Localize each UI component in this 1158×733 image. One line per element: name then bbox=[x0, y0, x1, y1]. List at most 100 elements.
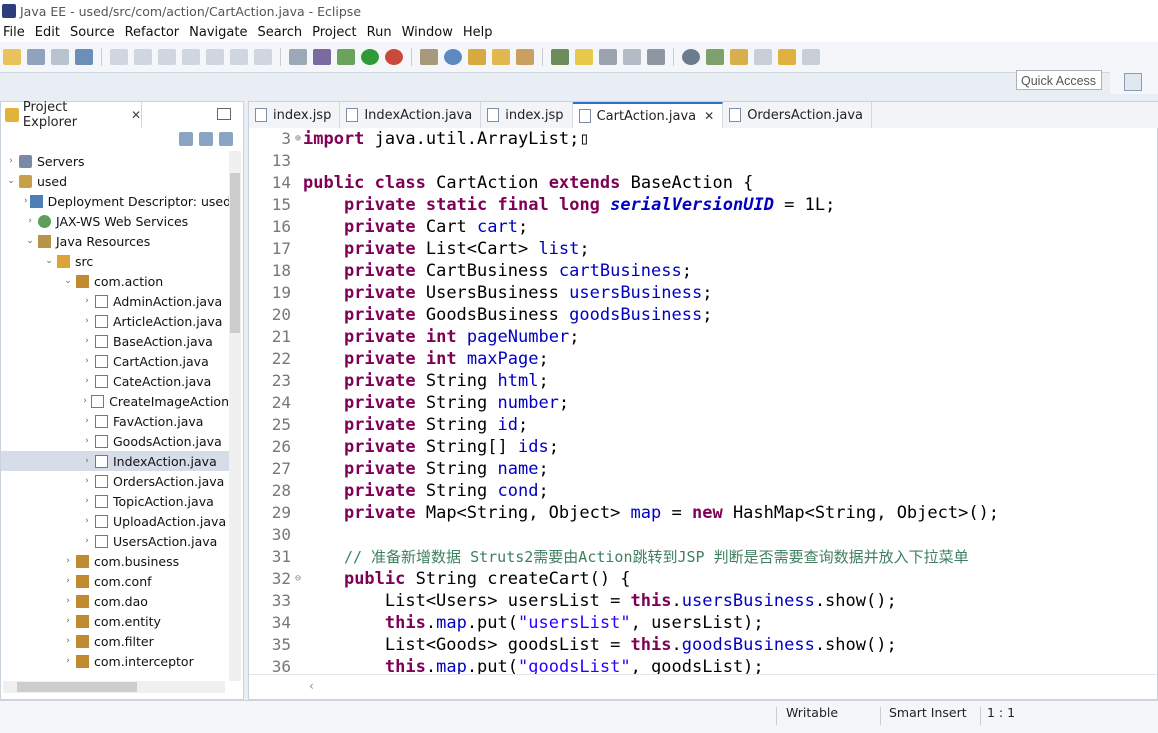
editor-horizontal-scrollbar[interactable]: ‹ bbox=[249, 674, 1157, 699]
chevron-right-icon[interactable]: › bbox=[81, 436, 93, 446]
tree-item[interactable]: › com.business bbox=[1, 551, 229, 571]
menu-help[interactable]: Help bbox=[460, 25, 500, 40]
menu-file[interactable]: File bbox=[0, 25, 32, 40]
editor-tab[interactable]: index.jsp bbox=[481, 102, 573, 128]
debug-icon[interactable] bbox=[337, 49, 355, 65]
chevron-right-icon[interactable]: › bbox=[81, 296, 93, 306]
last-edit-icon[interactable] bbox=[754, 49, 772, 65]
chevron-down-icon[interactable]: ⌄ bbox=[5, 176, 17, 186]
tree-item[interactable]: › GoodsAction.java bbox=[1, 431, 229, 451]
resume-icon[interactable] bbox=[134, 49, 152, 65]
block-selection-icon[interactable] bbox=[599, 49, 617, 65]
chevron-right-icon[interactable]: › bbox=[81, 336, 93, 346]
tree-item[interactable]: › UploadAction.java bbox=[1, 511, 229, 531]
code-line[interactable]: 19 private UsersBusiness usersBusiness; bbox=[249, 282, 1158, 304]
tree-item[interactable]: › Deployment Descriptor: used bbox=[1, 191, 229, 211]
chevron-right-icon[interactable]: › bbox=[81, 456, 93, 466]
open-console-icon[interactable] bbox=[289, 49, 307, 65]
tree-item[interactable]: › CateAction.java bbox=[1, 371, 229, 391]
tree-item[interactable]: › com.filter bbox=[1, 631, 229, 651]
tree-horizontal-scrollbar[interactable] bbox=[3, 681, 225, 693]
tree-item[interactable]: › Servers bbox=[1, 151, 229, 171]
menu-project[interactable]: Project bbox=[309, 25, 363, 40]
forward-icon[interactable] bbox=[802, 49, 820, 65]
tree-item[interactable]: ⌄ Java Resources bbox=[1, 231, 229, 251]
tree-item[interactable]: › com.interceptor bbox=[1, 651, 229, 671]
chevron-right-icon[interactable]: › bbox=[81, 376, 93, 386]
tree-item[interactable]: › com.conf bbox=[1, 571, 229, 591]
menu-edit[interactable]: Edit bbox=[32, 25, 67, 40]
next-annotation-icon[interactable] bbox=[706, 49, 724, 65]
code-line[interactable]: 26 private String[] ids; bbox=[249, 436, 1158, 458]
step-into-icon[interactable] bbox=[206, 49, 224, 65]
tab-project-explorer[interactable]: Project Explorer ✕ bbox=[1, 100, 142, 130]
code-line[interactable]: 31 // 准备新增数据 Struts2需要由Action跳转到JSP 判断是否… bbox=[249, 546, 1158, 568]
suspend-icon[interactable] bbox=[158, 49, 176, 65]
link-editor-icon[interactable] bbox=[199, 132, 213, 146]
chevron-right-icon[interactable]: › bbox=[24, 196, 28, 206]
code-line[interactable]: 3 ⊕ import java.util.ArrayList;▯ bbox=[249, 128, 1158, 150]
tree-item[interactable]: › CartAction.java bbox=[1, 351, 229, 371]
editor-tab[interactable]: index.jsp bbox=[249, 102, 341, 128]
close-icon[interactable]: ✕ bbox=[131, 108, 141, 122]
code-line[interactable]: 20 private GoodsBusiness goodsBusiness; bbox=[249, 304, 1158, 326]
open-type-icon[interactable] bbox=[468, 49, 486, 65]
code-line[interactable]: 14 public class CartAction extends BaseAc… bbox=[249, 172, 1158, 194]
globe-icon[interactable] bbox=[682, 49, 700, 65]
run-icon[interactable] bbox=[361, 49, 379, 65]
tree-item[interactable]: › AdminAction.java bbox=[1, 291, 229, 311]
tree-item[interactable]: › com.dao bbox=[1, 591, 229, 611]
menu-search[interactable]: Search bbox=[254, 25, 309, 40]
minimize-icon[interactable] bbox=[217, 108, 231, 120]
tree-item[interactable]: › BaseAction.java bbox=[1, 331, 229, 351]
code-line[interactable]: 33 List<Users> usersList = this.usersBus… bbox=[249, 590, 1158, 612]
annotation-icon[interactable] bbox=[551, 49, 569, 65]
chevron-down-icon[interactable]: ⌄ bbox=[62, 276, 74, 286]
chevron-right-icon[interactable]: › bbox=[62, 576, 74, 586]
close-tab-icon[interactable]: ✕ bbox=[704, 109, 714, 123]
code-line[interactable]: 27 private String name; bbox=[249, 458, 1158, 480]
save-all-icon[interactable] bbox=[51, 49, 69, 65]
editor-tab[interactable]: IndexAction.java bbox=[340, 102, 482, 128]
chevron-right-icon[interactable]: › bbox=[62, 636, 74, 646]
code-line[interactable]: 16 private Cart cart; bbox=[249, 216, 1158, 238]
chevron-down-icon[interactable]: ⌄ bbox=[24, 236, 36, 246]
code-line[interactable]: 13 bbox=[249, 150, 1158, 172]
tree-item[interactable]: › JAX-WS Web Services bbox=[1, 211, 229, 231]
menu-refactor[interactable]: Refactor bbox=[122, 25, 187, 40]
chevron-right-icon[interactable]: › bbox=[62, 656, 74, 666]
open-folder-icon[interactable] bbox=[492, 49, 510, 65]
back-icon[interactable] bbox=[778, 49, 796, 65]
menu-window[interactable]: Window bbox=[399, 25, 460, 40]
chevron-right-icon[interactable]: › bbox=[81, 496, 93, 506]
chevron-right-icon[interactable]: › bbox=[5, 156, 17, 166]
menu-run[interactable]: Run bbox=[364, 25, 399, 40]
scroll-thumb[interactable] bbox=[230, 173, 240, 333]
new-server-icon[interactable] bbox=[420, 49, 438, 65]
code-line[interactable]: 21 private int pageNumber; bbox=[249, 326, 1158, 348]
menu-navigate[interactable]: Navigate bbox=[186, 25, 254, 40]
code-line[interactable]: 22 private int maxPage; bbox=[249, 348, 1158, 370]
code-line[interactable]: 24 private String number; bbox=[249, 392, 1158, 414]
new-icon[interactable] bbox=[3, 49, 21, 65]
save-icon[interactable] bbox=[27, 49, 45, 65]
chevron-right-icon[interactable]: › bbox=[62, 556, 74, 566]
external-tools-icon[interactable] bbox=[385, 49, 403, 65]
view-menu-icon[interactable] bbox=[219, 132, 233, 146]
code-line[interactable]: 15 private static final long serialVersi… bbox=[249, 194, 1158, 216]
new-class-icon[interactable] bbox=[444, 49, 462, 65]
tree-item[interactable]: ⌄ used bbox=[1, 171, 229, 191]
code-line[interactable]: 28 private String cond; bbox=[249, 480, 1158, 502]
chevron-right-icon[interactable]: › bbox=[81, 316, 93, 326]
chevron-right-icon[interactable]: › bbox=[81, 396, 89, 406]
chevron-right-icon[interactable]: › bbox=[62, 596, 74, 606]
chevron-right-icon[interactable]: › bbox=[81, 516, 93, 526]
code-line[interactable]: 25 private String id; bbox=[249, 414, 1158, 436]
editor-tab[interactable]: OrdersAction.java bbox=[723, 102, 873, 128]
step-return-icon[interactable] bbox=[254, 49, 272, 65]
code-line[interactable]: 18 private CartBusiness cartBusiness; bbox=[249, 260, 1158, 282]
code-line[interactable]: 36 this.map.put("goodsList", goodsList); bbox=[249, 656, 1158, 676]
tree-item[interactable]: › OrdersAction.java bbox=[1, 471, 229, 491]
tree-item[interactable]: › UsersAction.java bbox=[1, 531, 229, 551]
tree-item[interactable]: › ArticleAction.java bbox=[1, 311, 229, 331]
